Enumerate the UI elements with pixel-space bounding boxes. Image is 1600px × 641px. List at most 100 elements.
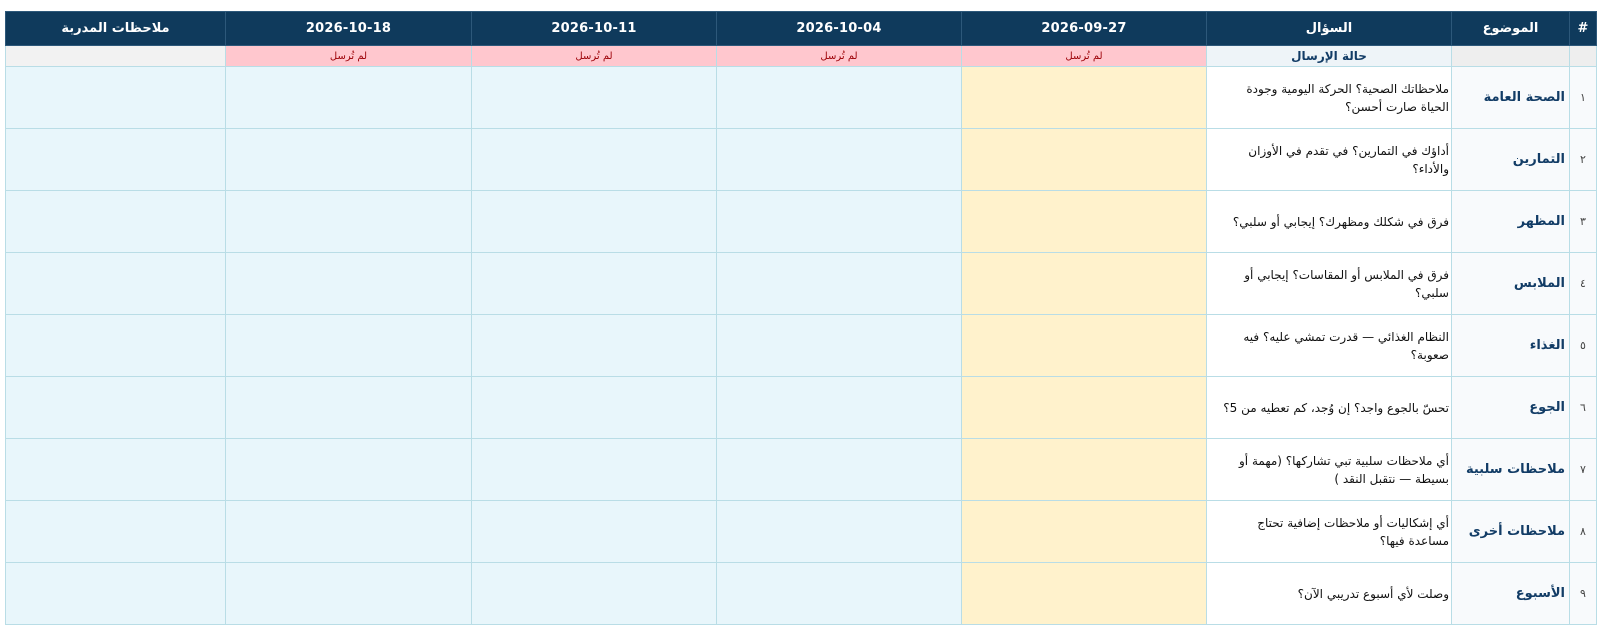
answer-cell-week-4[interactable]	[225, 376, 472, 439]
row-number[interactable]: ١	[1569, 66, 1597, 129]
row-topic[interactable]: الغذاء	[1451, 314, 1570, 377]
row-number[interactable]: ٧	[1569, 438, 1597, 501]
row-number[interactable]: ٣	[1569, 190, 1597, 253]
row-number[interactable]: ٦	[1569, 376, 1597, 439]
answer-cell-week-1[interactable]	[961, 438, 1207, 501]
answer-cell-week-1[interactable]	[961, 562, 1207, 625]
answer-cell-week-1[interactable]	[961, 376, 1207, 439]
table-row: ٣ المظهر فرق في شكلك ومظهرك؟ إيجابي أو س…	[5, 190, 1597, 253]
row-topic[interactable]: التمارين	[1451, 128, 1570, 191]
answer-cell-week-2[interactable]	[716, 66, 962, 129]
answer-cell-week-3[interactable]	[471, 190, 717, 253]
header-date-1[interactable]: 2026-09-27	[961, 11, 1207, 46]
coach-notes-cell[interactable]	[5, 314, 226, 377]
coach-notes-cell[interactable]	[5, 438, 226, 501]
table-row: ٨ ملاحظات أخرى أي إشكاليات أو ملاحظات إض…	[5, 500, 1597, 563]
header-num[interactable]: #	[1569, 11, 1597, 46]
row-number[interactable]: ٤	[1569, 252, 1597, 315]
row-question[interactable]: تحسّ بالجوع واجد؟ إن وُجد، كم تعطيه من 5…	[1206, 376, 1452, 439]
row-number[interactable]: ٢	[1569, 128, 1597, 191]
answer-cell-week-1[interactable]	[961, 190, 1207, 253]
answer-cell-week-2[interactable]	[716, 376, 962, 439]
status-cell-3[interactable]: لم تُرسل	[471, 45, 717, 67]
answer-cell-week-4[interactable]	[225, 66, 472, 129]
answer-cell-week-4[interactable]	[225, 128, 472, 191]
row-topic[interactable]: الصحة العامة	[1451, 66, 1570, 129]
weekly-checkin-table: # الموضوع السؤال 2026-09-27 2026-10-04 2…	[5, 11, 1597, 625]
answer-cell-week-4[interactable]	[225, 438, 472, 501]
row-topic[interactable]: ملاحظات سلبية	[1451, 438, 1570, 501]
answer-cell-week-4[interactable]	[225, 500, 472, 563]
status-cell-1[interactable]: لم تُرسل	[961, 45, 1207, 67]
answer-cell-week-3[interactable]	[471, 66, 717, 129]
table-row: ٧ ملاحظات سلبية أي ملاحظات سلبية تبي تشا…	[5, 438, 1597, 501]
coach-notes-cell[interactable]	[5, 500, 226, 563]
table-row: ٩ الأسبوع وصلت لأي أسبوع تدريبي الآن؟	[5, 562, 1597, 625]
status-cell-4[interactable]: لم تُرسل	[225, 45, 472, 67]
coach-notes-cell[interactable]	[5, 66, 226, 129]
row-topic[interactable]: ملاحظات أخرى	[1451, 500, 1570, 563]
answer-cell-week-2[interactable]	[716, 562, 962, 625]
row-question[interactable]: النظام الغذائي — قدرت تمشي عليه؟ فيه صعو…	[1206, 314, 1452, 377]
answer-cell-week-1[interactable]	[961, 500, 1207, 563]
status-blank-topic[interactable]	[1451, 45, 1570, 67]
answer-cell-week-4[interactable]	[225, 314, 472, 377]
coach-notes-cell[interactable]	[5, 562, 226, 625]
header-question[interactable]: السؤال	[1206, 11, 1452, 46]
header-date-3[interactable]: 2026-10-11	[471, 11, 717, 46]
coach-notes-cell[interactable]	[5, 128, 226, 191]
answer-cell-week-3[interactable]	[471, 314, 717, 377]
answer-cell-week-3[interactable]	[471, 500, 717, 563]
status-notes-blank[interactable]	[5, 45, 226, 67]
coach-notes-cell[interactable]	[5, 376, 226, 439]
status-row: حالة الإرسال لم تُرسل لم تُرسل لم تُرسل …	[5, 45, 1597, 67]
table-row: ٤ الملابس فرق في الملابس أو المقاسات؟ إي…	[5, 252, 1597, 315]
row-number[interactable]: ٨	[1569, 500, 1597, 563]
answer-cell-week-4[interactable]	[225, 190, 472, 253]
row-question[interactable]: فرق في شكلك ومظهرك؟ إيجابي أو سلبي؟	[1206, 190, 1452, 253]
answer-cell-week-1[interactable]	[961, 314, 1207, 377]
answer-cell-week-3[interactable]	[471, 128, 717, 191]
coach-notes-cell[interactable]	[5, 252, 226, 315]
row-number[interactable]: ٥	[1569, 314, 1597, 377]
answer-cell-week-2[interactable]	[716, 438, 962, 501]
answer-cell-week-2[interactable]	[716, 252, 962, 315]
answer-cell-week-2[interactable]	[716, 500, 962, 563]
answer-cell-week-1[interactable]	[961, 252, 1207, 315]
answer-cell-week-3[interactable]	[471, 376, 717, 439]
table-row: ٦ الجوع تحسّ بالجوع واجد؟ إن وُجد، كم تع…	[5, 376, 1597, 439]
row-topic[interactable]: الأسبوع	[1451, 562, 1570, 625]
status-blank-num[interactable]	[1569, 45, 1597, 67]
status-row-title[interactable]: حالة الإرسال	[1206, 45, 1452, 67]
coach-notes-cell[interactable]	[5, 190, 226, 253]
answer-cell-week-3[interactable]	[471, 438, 717, 501]
header-date-2[interactable]: 2026-10-04	[716, 11, 962, 46]
table-row: ٢ التمارين أداؤك في التمارين؟ في تقدم في…	[5, 128, 1597, 191]
answer-cell-week-3[interactable]	[471, 562, 717, 625]
answer-cell-week-2[interactable]	[716, 128, 962, 191]
answer-cell-week-4[interactable]	[225, 252, 472, 315]
checkin-sheet: # الموضوع السؤال 2026-09-27 2026-10-04 2…	[5, 11, 1597, 625]
answer-cell-week-4[interactable]	[225, 562, 472, 625]
answer-cell-week-2[interactable]	[716, 190, 962, 253]
header-topic[interactable]: الموضوع	[1451, 11, 1570, 46]
status-cell-2[interactable]: لم تُرسل	[716, 45, 962, 67]
row-question[interactable]: وصلت لأي أسبوع تدريبي الآن؟	[1206, 562, 1452, 625]
row-question[interactable]: أي إشكاليات أو ملاحظات إضافية تحتاج مساع…	[1206, 500, 1452, 563]
row-question[interactable]: أي ملاحظات سلبية تبي تشاركها؟ (مهمة أو ب…	[1206, 438, 1452, 501]
row-number[interactable]: ٩	[1569, 562, 1597, 625]
answer-cell-week-2[interactable]	[716, 314, 962, 377]
row-question[interactable]: أداؤك في التمارين؟ في تقدم في الأوزان وا…	[1206, 128, 1452, 191]
answer-cell-week-1[interactable]	[961, 128, 1207, 191]
table-row: ١ الصحة العامة ملاحظاتك الصحية؟ الحركة ا…	[5, 66, 1597, 129]
header-coach-notes[interactable]: ملاحظات المدربة	[5, 11, 226, 46]
row-question[interactable]: فرق في الملابس أو المقاسات؟ إيجابي أو سل…	[1206, 252, 1452, 315]
row-question[interactable]: ملاحظاتك الصحية؟ الحركة اليومية وجودة ال…	[1206, 66, 1452, 129]
row-topic[interactable]: المظهر	[1451, 190, 1570, 253]
answer-cell-week-1[interactable]	[961, 66, 1207, 129]
row-topic[interactable]: الجوع	[1451, 376, 1570, 439]
answer-cell-week-3[interactable]	[471, 252, 717, 315]
row-topic[interactable]: الملابس	[1451, 252, 1570, 315]
header-row: # الموضوع السؤال 2026-09-27 2026-10-04 2…	[5, 11, 1597, 46]
header-date-4[interactable]: 2026-10-18	[225, 11, 472, 46]
